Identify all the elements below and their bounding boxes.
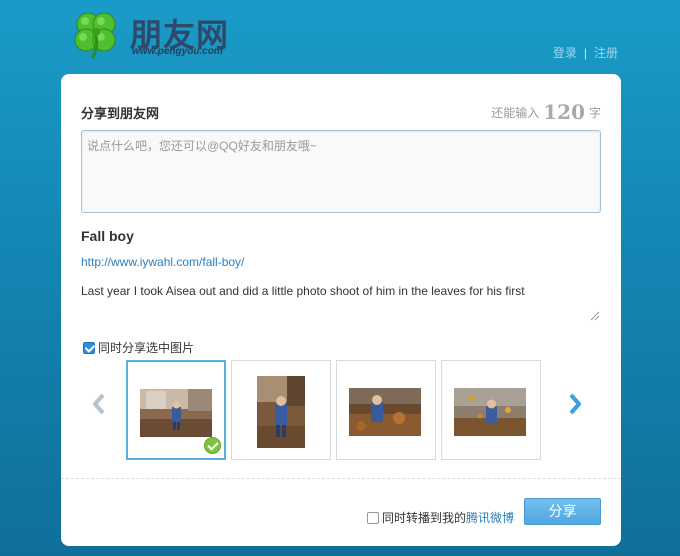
- auth-separator: |: [583, 46, 587, 60]
- site-logo[interactable]: 朋友网 www.pengyou.com: [68, 6, 238, 62]
- share-comment-input[interactable]: [81, 130, 601, 213]
- photo-2: [257, 376, 305, 448]
- tencent-weibo-link[interactable]: 腾讯微博: [466, 509, 514, 526]
- counter-prefix: 还能输入: [491, 106, 540, 120]
- share-images-checkbox[interactable]: [83, 341, 95, 354]
- divider: [61, 478, 621, 479]
- chevron-right-icon[interactable]: [568, 392, 582, 416]
- chevron-left-icon[interactable]: [92, 392, 106, 416]
- logo-url: www.pengyou.com: [132, 46, 223, 57]
- image-thumb-2[interactable]: [231, 360, 331, 460]
- check-circle-icon: [204, 437, 221, 454]
- clover-icon: [74, 12, 116, 59]
- photo-1: [140, 389, 212, 437]
- image-thumb-3[interactable]: [336, 360, 436, 460]
- share-images-label: 同时分享选中图片: [98, 341, 195, 355]
- auth-links: 登录 | 注册: [553, 44, 618, 61]
- register-link[interactable]: 注册: [594, 46, 618, 60]
- login-link[interactable]: 登录: [553, 46, 577, 60]
- share-images-option[interactable]: 同时分享选中图片: [83, 339, 194, 356]
- link-title: Fall boy: [81, 228, 134, 244]
- repost-option[interactable]: 同时转播到我的 腾讯微博: [367, 509, 514, 526]
- repost-label: 同时转播到我的: [382, 511, 467, 525]
- char-counter: 还能输入 120 字: [491, 100, 601, 124]
- dialog-title: 分享到朋友网: [81, 106, 160, 121]
- link-description[interactable]: Last year I took Aisea out and did a lit…: [81, 284, 525, 298]
- share-dialog: 分享到朋友网 还能输入120字 Fall boy http://www.iywa…: [61, 74, 621, 546]
- photo-3: [349, 388, 421, 436]
- resize-grip-icon[interactable]: [588, 309, 600, 321]
- photo-4: [454, 388, 526, 436]
- repost-checkbox[interactable]: [367, 511, 379, 524]
- counter-suffix: 字: [588, 106, 601, 120]
- counter-value: 120: [543, 100, 585, 124]
- share-button[interactable]: 分享: [524, 498, 601, 525]
- image-thumb-4[interactable]: [441, 360, 541, 460]
- image-thumb-1[interactable]: [126, 360, 226, 460]
- top-bar: 朋友网 www.pengyou.com 登录 | 注册: [0, 0, 680, 70]
- link-url[interactable]: http://www.iywahl.com/fall-boy/: [81, 255, 244, 269]
